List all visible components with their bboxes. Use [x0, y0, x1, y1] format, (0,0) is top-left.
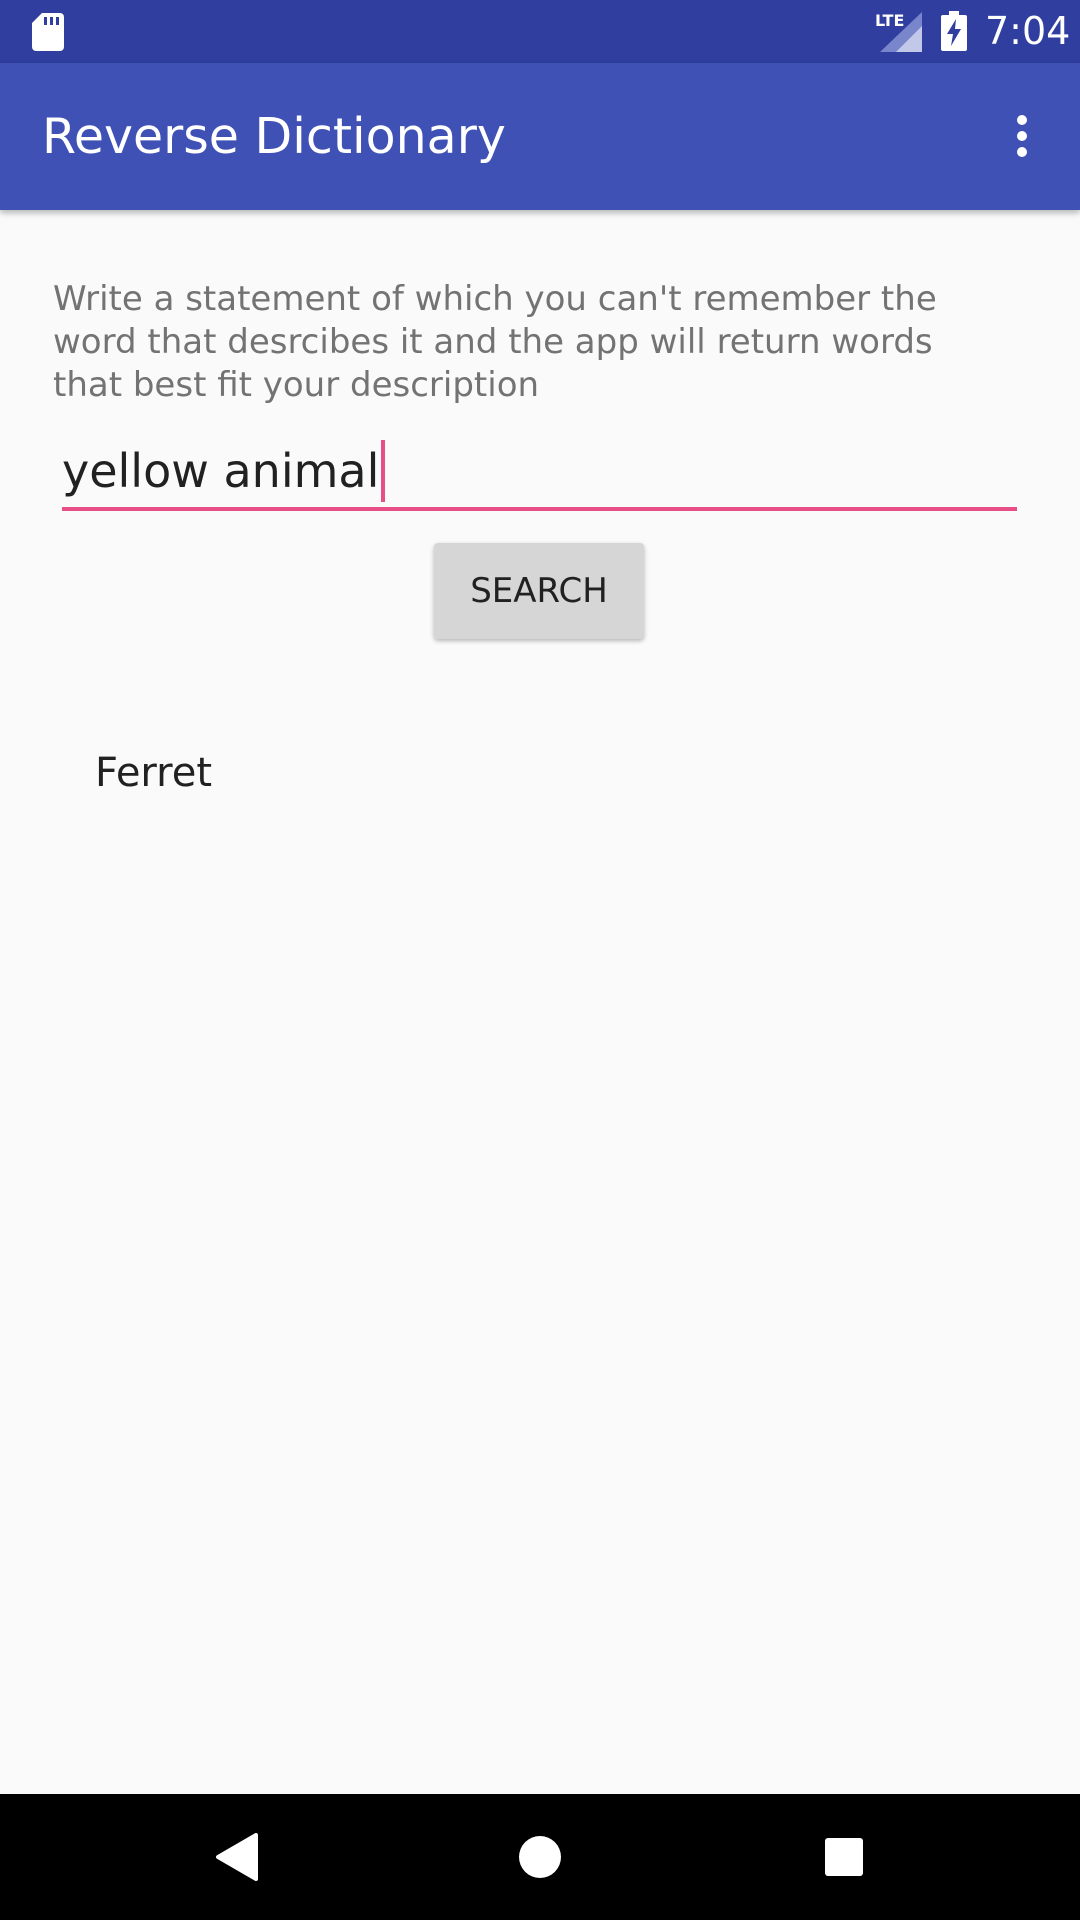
app-bar: Reverse Dictionary — [0, 63, 1080, 210]
navigation-bar — [0, 1794, 1080, 1920]
status-bar: LTE 7:04 — [0, 0, 1080, 63]
result-list-item[interactable]: Ferret — [95, 748, 212, 798]
recents-button[interactable] — [784, 1794, 904, 1920]
sd-card-icon — [32, 13, 64, 51]
home-icon — [519, 1836, 561, 1878]
signal-icon — [880, 12, 922, 52]
overflow-menu-icon[interactable] — [1006, 115, 1038, 163]
home-button[interactable] — [480, 1794, 600, 1920]
recents-icon — [825, 1838, 863, 1876]
search-button[interactable]: SEARCH — [434, 543, 644, 639]
back-button[interactable] — [176, 1794, 296, 1920]
instructions-text: Write a statement of which you can't rem… — [53, 279, 937, 405]
search-input-value[interactable]: yellow animal — [62, 439, 386, 506]
text-cursor — [381, 439, 386, 502]
search-input-text: yellow animal — [62, 444, 380, 498]
status-clock: 7:04 — [985, 9, 1071, 53]
battery-charging-icon — [941, 11, 967, 51]
search-input[interactable]: yellow animal — [62, 435, 1017, 511]
app-title: Reverse Dictionary — [42, 108, 506, 165]
back-icon — [216, 1833, 258, 1881]
